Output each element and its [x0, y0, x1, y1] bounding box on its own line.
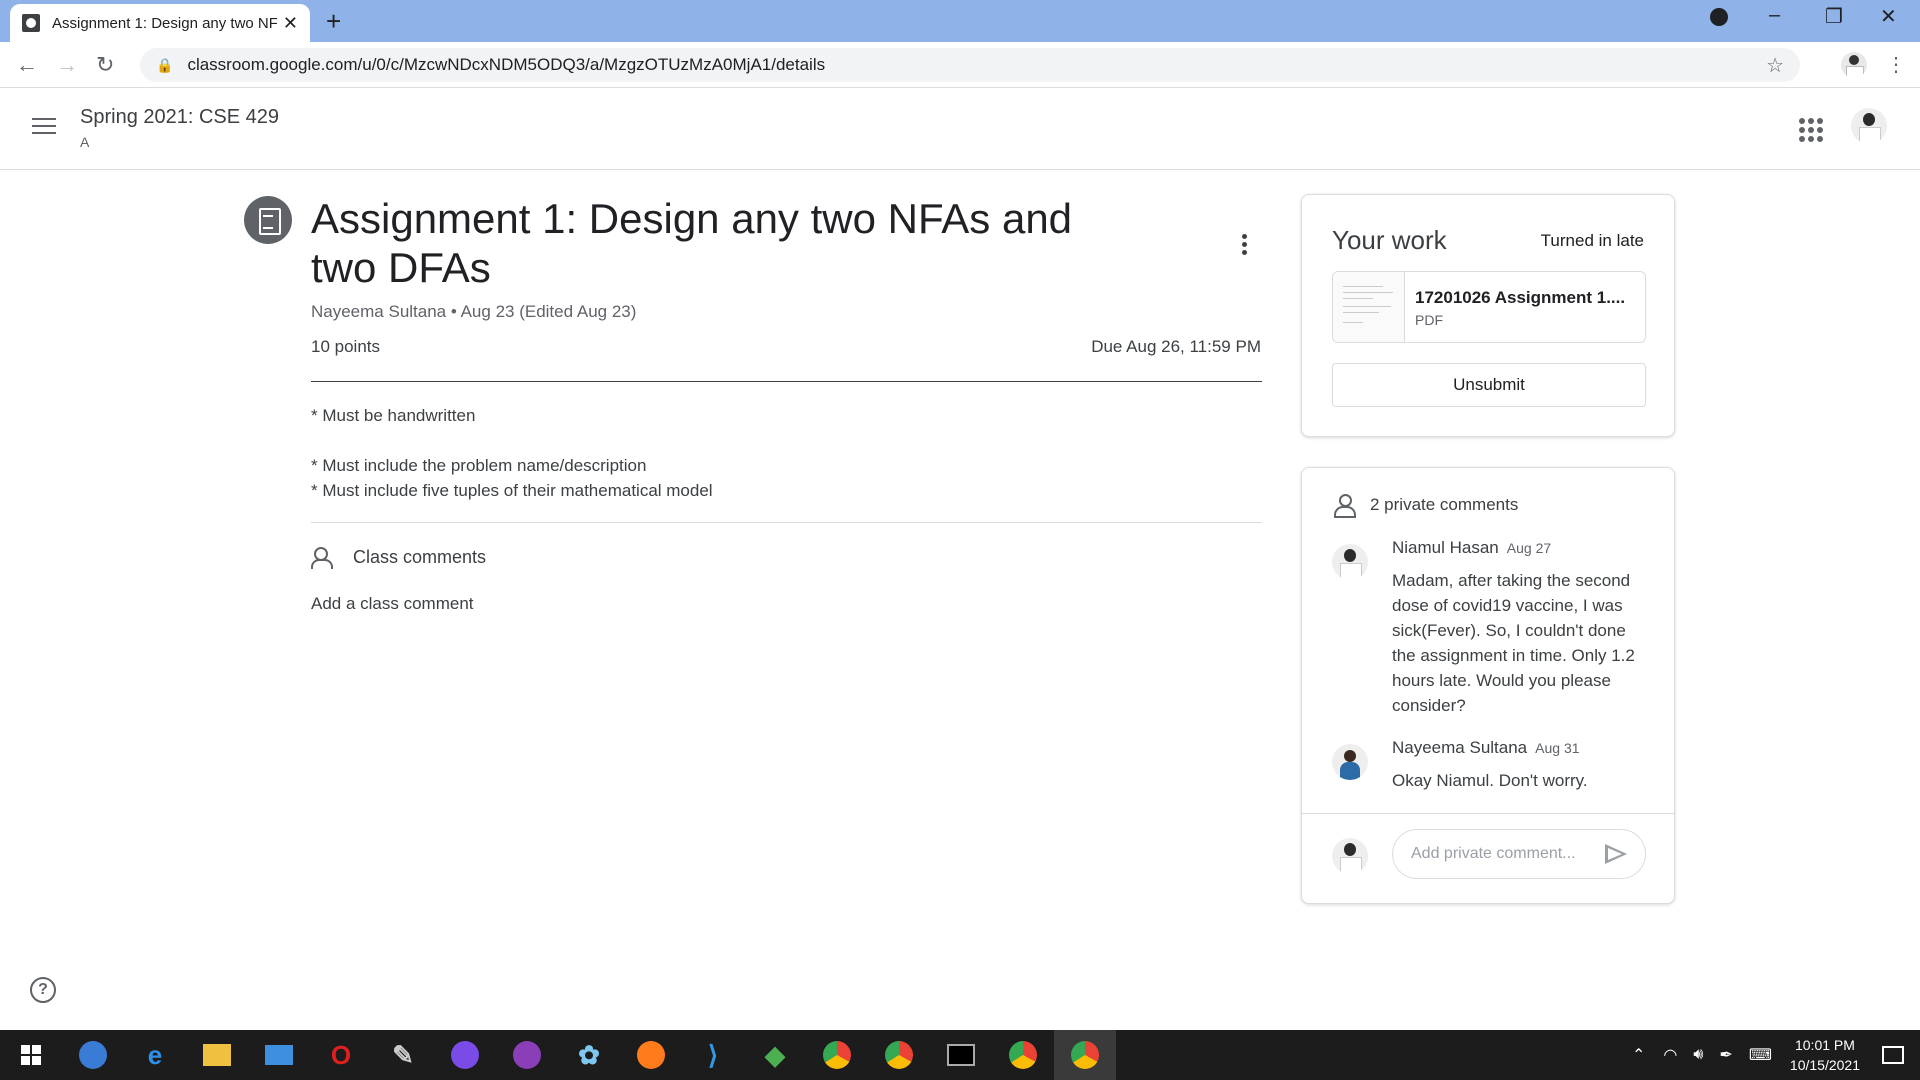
new-tab-button[interactable]: +	[326, 6, 341, 37]
github-icon[interactable]	[496, 1030, 558, 1080]
assignment-points: 10 points	[311, 337, 380, 356]
divider	[1302, 813, 1674, 814]
attachment-type: PDF	[1415, 312, 1443, 328]
private-comments-card: 2 private comments Niamul Hasan Aug 27 Ma…	[1301, 467, 1675, 904]
chrome-active-icon[interactable]	[1054, 1030, 1116, 1080]
people-icon	[311, 546, 339, 569]
divider	[311, 381, 1262, 382]
class-comments-label: Class comments	[353, 546, 487, 567]
app-icon[interactable]: ◆	[744, 1030, 806, 1080]
send-icon[interactable]	[1605, 844, 1627, 864]
private-comment-input[interactable]	[1411, 845, 1601, 863]
comment-author: Niamul Hasan	[1392, 538, 1499, 557]
divider	[311, 522, 1262, 523]
inkscape-icon[interactable]: ✎	[372, 1030, 434, 1080]
lock-icon: 🔒	[156, 56, 174, 73]
assignment-description: * Must be handwritten * Must include the…	[311, 403, 713, 503]
description-line: * Must include five tuples of their math…	[311, 481, 713, 500]
commenter-avatar	[1332, 744, 1368, 780]
notifications-icon[interactable]	[1882, 1046, 1904, 1064]
close-tab-icon[interactable]: ✕	[283, 13, 298, 34]
private-comments-count: 2 private comments	[1370, 495, 1519, 514]
keyboard-icon[interactable]: ⌨︎	[1749, 1045, 1772, 1065]
wifi-icon[interactable]: ◠	[1663, 1045, 1677, 1065]
address-bar[interactable]: 🔒 classroom.google.com/u/0/c/MzcwNDcxNDM…	[140, 48, 1800, 82]
firefox-icon[interactable]	[620, 1030, 682, 1080]
tab-search-icon[interactable]	[1710, 8, 1728, 26]
maximize-icon[interactable]: ❐	[1825, 4, 1843, 29]
your-work-card: Your work Turned in late 17201026 Assign…	[1301, 194, 1675, 437]
attachment[interactable]: 17201026 Assignment 1.... PDF	[1332, 271, 1646, 343]
url-text[interactable]: classroom.google.com/u/0/c/MzcwNDcxNDM5O…	[187, 55, 825, 75]
bookmark-star-icon[interactable]: ☆	[1766, 53, 1784, 78]
windows-taskbar: e O ✎ ✿ ⟩ ◆ ⌃ ◠ 🔊︎ ✒︎ ⌨︎ 10:01 PM 10/15/…	[0, 1030, 1920, 1080]
comment-date: Aug 27	[1506, 540, 1552, 556]
forward-icon[interactable]: →	[56, 52, 78, 78]
browser-tab-strip: Assignment 1: Design any two NFAs and tw…	[0, 0, 1920, 42]
description-line: * Must be handwritten	[311, 406, 476, 425]
chrome-profile-icon[interactable]	[992, 1030, 1054, 1080]
account-avatar[interactable]	[1851, 108, 1887, 144]
close-window-icon[interactable]: ✕	[1880, 4, 1897, 29]
opera-icon[interactable]: O	[310, 1030, 372, 1080]
pen-icon[interactable]: ✒︎	[1719, 1045, 1732, 1065]
private-comments-header: 2 private comments	[1334, 494, 1519, 518]
system-tray: ⌃ ◠ 🔊︎ ✒︎ ⌨︎ 10:01 PM 10/15/2021	[1632, 1030, 1920, 1080]
add-class-comment-button[interactable]: Add a class comment	[311, 594, 474, 614]
clock-time: 10:01 PM	[1794, 1037, 1855, 1053]
classroom-favicon-icon	[22, 14, 40, 32]
paint-icon[interactable]: ✿	[558, 1030, 620, 1080]
your-work-heading: Your work	[1332, 225, 1447, 255]
comment-text: Okay Niamul. Don't worry.	[1392, 771, 1588, 790]
help-icon[interactable]: ?	[30, 977, 56, 1003]
file-explorer-icon[interactable]	[186, 1030, 248, 1080]
browser-menu-icon[interactable]: ⋮	[1886, 52, 1906, 77]
assignment-title: Assignment 1: Design any two NFAs and tw…	[311, 195, 1073, 291]
browser-tab[interactable]: Assignment 1: Design any two NFAs and tw…	[10, 4, 310, 42]
reload-icon[interactable]: ↻	[96, 52, 114, 78]
chrome-icon[interactable]	[806, 1030, 868, 1080]
mail-icon[interactable]	[248, 1030, 310, 1080]
attachment-name: 17201026 Assignment 1....	[1415, 288, 1626, 307]
comment-author: Nayeema Sultana	[1392, 738, 1528, 757]
browser-toolbar: ← → ↻ 🔒 classroom.google.com/u/0/c/MzcwN…	[0, 42, 1920, 88]
qbittorrent-icon[interactable]	[62, 1030, 124, 1080]
tab-title: Assignment 1: Design any two NFAs and tw…	[52, 14, 277, 32]
chrome-icon[interactable]	[868, 1030, 930, 1080]
assignment-due-date: Due Aug 26, 11:59 PM	[1091, 337, 1261, 356]
class-section: A	[80, 134, 90, 150]
show-hidden-icons-icon[interactable]: ⌃	[1632, 1045, 1645, 1065]
main-menu-icon[interactable]	[32, 118, 56, 136]
user-avatar	[1332, 838, 1368, 874]
private-comment-box	[1392, 829, 1646, 879]
google-apps-icon[interactable]	[1799, 118, 1823, 142]
person-icon	[1334, 494, 1356, 518]
edge-icon[interactable]: e	[124, 1030, 186, 1080]
vscode-icon[interactable]: ⟩	[682, 1030, 744, 1080]
unsubmit-button[interactable]: Unsubmit	[1332, 363, 1646, 407]
clock[interactable]: 10:01 PM 10/15/2021	[1790, 1035, 1860, 1075]
back-icon[interactable]: ←	[16, 52, 38, 78]
comment-text: Madam, after taking the second dose of c…	[1392, 571, 1635, 715]
minimize-icon[interactable]: –	[1769, 4, 1780, 27]
commenter-avatar	[1332, 544, 1368, 580]
terminal-icon[interactable]	[930, 1030, 992, 1080]
class-comments-header: Class comments	[311, 546, 487, 569]
description-line: * Must include the problem name/descript…	[311, 456, 647, 475]
assignment-icon	[244, 196, 292, 244]
messenger-icon[interactable]	[434, 1030, 496, 1080]
windows-start-icon[interactable]	[0, 1030, 62, 1080]
more-options-icon[interactable]	[1240, 234, 1248, 258]
classroom-header: Spring 2021: CSE 429 A	[0, 88, 1920, 170]
comment-date: Aug 31	[1535, 740, 1580, 756]
attachment-thumbnail	[1333, 272, 1405, 342]
clock-date: 10/15/2021	[1789, 1057, 1860, 1073]
profile-avatar[interactable]	[1841, 52, 1867, 78]
assignment-meta: Nayeema Sultana • Aug 23 (Edited Aug 23)	[311, 302, 637, 321]
volume-icon[interactable]: 🔊︎	[1693, 1046, 1703, 1064]
submission-status: Turned in late	[1540, 231, 1644, 250]
class-name[interactable]: Spring 2021: CSE 429	[80, 106, 279, 129]
